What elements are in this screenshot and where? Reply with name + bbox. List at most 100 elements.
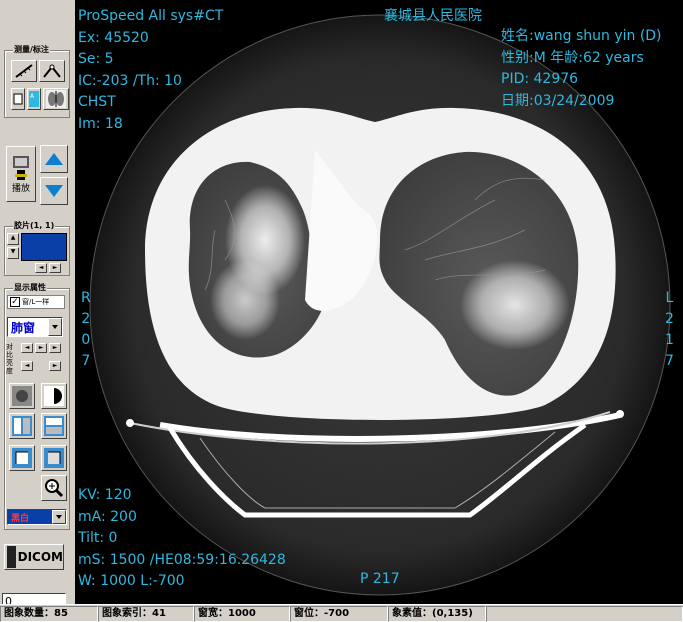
angle-icon bbox=[43, 64, 61, 78]
measure-group-title: 测量/标注 bbox=[13, 44, 50, 55]
rotate-left-icon bbox=[12, 448, 32, 468]
patient-name: 姓名:wang shun yin (D) bbox=[501, 28, 662, 44]
measure-group: 测量/标注 A bbox=[4, 44, 70, 118]
status-image-count: 图象数量：85 bbox=[0, 606, 98, 622]
flip-vertical-button[interactable] bbox=[41, 413, 67, 439]
orient-right-3: 7 bbox=[665, 353, 674, 369]
film-down-button[interactable]: ▼ bbox=[7, 247, 19, 259]
contrast-decrease-button[interactable]: ◄ bbox=[21, 343, 33, 353]
angle-button[interactable] bbox=[39, 60, 65, 82]
image-number: Im: 18 bbox=[78, 115, 123, 132]
play-label: 播放 bbox=[11, 184, 30, 194]
brightness-decrease-button[interactable]: ◄ bbox=[21, 361, 33, 371]
chest-xray-icon bbox=[46, 90, 66, 108]
ms-value: mS: 1500 /HE08:59:16.26428 bbox=[78, 551, 286, 568]
sync-window-checkbox[interactable]: ✓ bbox=[10, 297, 20, 307]
orient-left-0: R bbox=[81, 290, 91, 306]
invert-icon bbox=[44, 386, 64, 406]
orientation-left: R 2 0 7 bbox=[81, 288, 91, 372]
tilt-value: Tilt: 0 bbox=[78, 530, 118, 546]
color-preset-value: 黑白 bbox=[11, 513, 30, 524]
status-window-level: 窗位：-700 bbox=[290, 606, 388, 622]
contrast-label: 对比 bbox=[6, 343, 13, 359]
invert-gray-button[interactable] bbox=[9, 383, 35, 409]
exam-number: Ex: 45520 bbox=[78, 29, 149, 46]
film-group-title: 胶片(1, 1) bbox=[13, 220, 56, 231]
previous-image-button[interactable] bbox=[40, 145, 68, 173]
rect-roi-button[interactable] bbox=[11, 88, 25, 110]
study-date: 日期:03/24/2009 bbox=[501, 92, 615, 109]
status-empty bbox=[486, 606, 683, 622]
status-pixel-value: 象素值：(0,135) bbox=[388, 606, 486, 622]
patient-sex-age: 性别:M 年龄:62 years bbox=[501, 49, 644, 66]
overlay-top-left: ProSpeed All sys#CT Ex: 45520 Se: 5 IC:-… bbox=[78, 6, 223, 135]
rotate-left-button[interactable] bbox=[9, 445, 35, 471]
rotate-right-icon bbox=[44, 448, 64, 468]
overlay-top-right: 姓名:wang shun yin (D) 性别:M 年龄:62 years PI… bbox=[501, 26, 662, 112]
contrast-step-button[interactable]: ► bbox=[49, 343, 61, 353]
sync-window-checkbox-row[interactable]: ✓ 窗/L一样 bbox=[7, 295, 65, 309]
dicom-button[interactable]: DICOM bbox=[4, 544, 64, 570]
dicom-icon bbox=[7, 546, 16, 568]
color-preset-dropdown[interactable] bbox=[52, 510, 66, 524]
dicom-label: DICOM bbox=[17, 550, 63, 564]
series-number: Se: 5 bbox=[78, 51, 114, 67]
film-group: 胶片(1, 1) ▲ ▼ ◄ ► bbox=[4, 220, 70, 276]
slice-info: IC:-203 /Th: 10 bbox=[78, 72, 182, 89]
display-group: 显示属性 ✓ 窗/L一样 肺窗 对比 ◄ ► ► 亮度 ◄ ► 黑白 bbox=[4, 282, 70, 530]
window-preset-select[interactable]: 肺窗 bbox=[7, 317, 63, 337]
next-image-button[interactable] bbox=[40, 177, 68, 205]
text-annotation-icon: A bbox=[29, 91, 39, 107]
orient-left-2: 0 bbox=[81, 332, 91, 348]
annotate-button[interactable]: A bbox=[27, 88, 41, 110]
brightness-label: 亮度 bbox=[6, 359, 13, 375]
flip-horizontal-button[interactable] bbox=[9, 413, 35, 439]
rotate-right-button[interactable] bbox=[41, 445, 67, 471]
status-image-index: 图象索引：41 bbox=[98, 606, 194, 622]
contrast-increase-button[interactable]: ► bbox=[35, 343, 47, 353]
grayscale-icon bbox=[12, 386, 32, 406]
ma-value: mA: 200 bbox=[78, 508, 137, 525]
chest-view-button[interactable] bbox=[43, 88, 69, 110]
window-level-value: W: 1000 L:-700 bbox=[78, 573, 185, 589]
display-group-title: 显示属性 bbox=[13, 282, 47, 293]
zoom-button[interactable] bbox=[41, 475, 67, 501]
scanner-model: ProSpeed All sys#CT bbox=[78, 8, 224, 24]
kv-value: KV: 120 bbox=[78, 487, 132, 503]
orient-right-0: L bbox=[665, 290, 674, 306]
position-value: P 217 bbox=[360, 571, 400, 587]
film-up-button[interactable]: ▲ bbox=[7, 233, 19, 245]
ruler-button[interactable] bbox=[11, 60, 37, 82]
window-preset-dropdown[interactable] bbox=[48, 318, 62, 336]
chevron-down-icon bbox=[52, 325, 58, 329]
image-viewport[interactable]: ProSpeed All sys#CT Ex: 45520 Se: 5 IC:-… bbox=[75, 0, 683, 604]
color-preset-select[interactable]: 黑白 bbox=[7, 509, 67, 525]
hospital-name: 襄城县人民医院 bbox=[384, 8, 482, 24]
sync-window-label: 窗/L一样 bbox=[22, 298, 50, 306]
film-right-button[interactable]: ► bbox=[49, 263, 61, 273]
film-player-icon bbox=[13, 156, 29, 180]
patient-id: PID: 42976 bbox=[501, 71, 579, 87]
orient-right-1: 2 bbox=[665, 311, 674, 327]
orientation-right: L 2 1 7 bbox=[665, 288, 674, 372]
rectangle-icon bbox=[13, 93, 23, 105]
magnifier-icon bbox=[45, 479, 64, 498]
orient-left-3: 7 bbox=[81, 353, 91, 369]
orient-right-2: 1 bbox=[665, 332, 674, 348]
overlay-bottom-left: KV: 120 mA: 200 Tilt: 0 mS: 1500 /HE08:5… bbox=[78, 485, 286, 593]
status-bar: 图象数量：85 图象索引：41 窗宽：1000 窗位：-700 象素值：(0,1… bbox=[0, 604, 683, 622]
body-part: CHST bbox=[78, 94, 116, 110]
arrow-up-icon bbox=[45, 153, 63, 165]
left-toolbar: 测量/标注 A 播放 胶片(1, 1) ▲ ▼ ◄ ► 显示属性 ✓ 窗/L一样… bbox=[0, 0, 75, 609]
brightness-increase-button[interactable]: ► bbox=[49, 361, 61, 371]
arrow-down-icon bbox=[45, 185, 63, 197]
film-left-button[interactable]: ◄ bbox=[35, 263, 47, 273]
play-button[interactable]: 播放 bbox=[6, 146, 36, 202]
film-preview[interactable] bbox=[21, 233, 67, 261]
status-window-width: 窗宽：1000 bbox=[194, 606, 290, 622]
window-preset-value: 肺窗 bbox=[11, 320, 36, 335]
orient-left-1: 2 bbox=[81, 311, 91, 327]
invert-button[interactable] bbox=[41, 383, 67, 409]
flip-vertical-icon bbox=[44, 416, 64, 436]
ruler-icon bbox=[15, 64, 33, 78]
